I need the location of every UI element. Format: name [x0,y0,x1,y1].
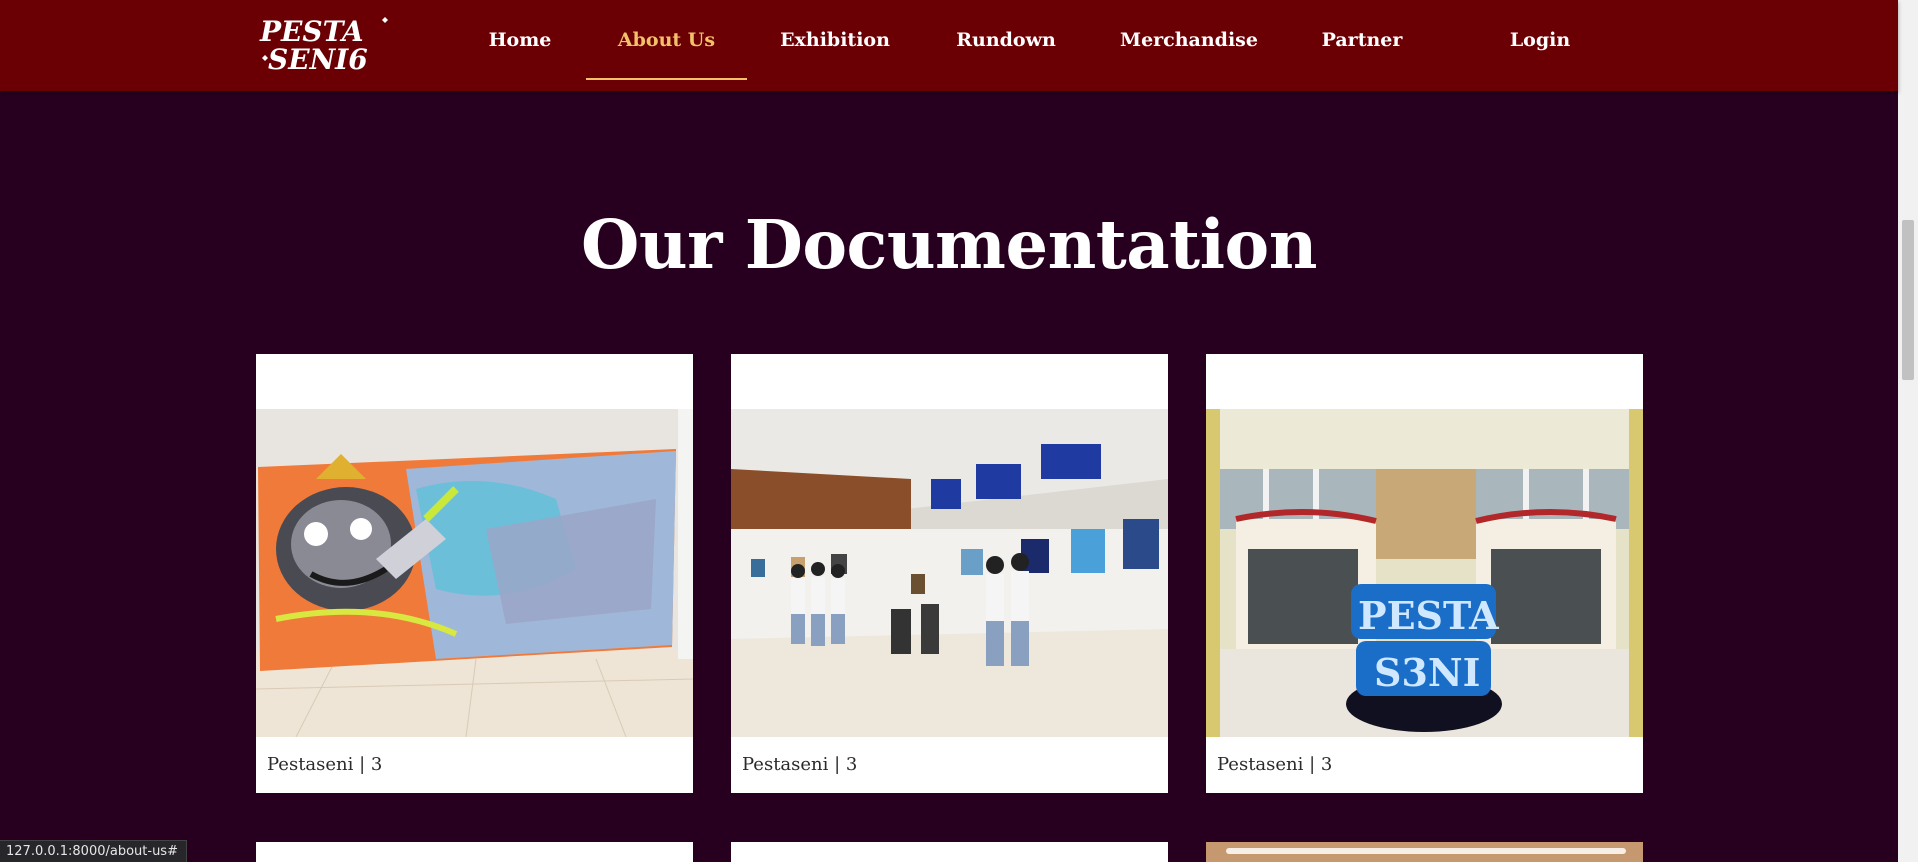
active-nav-underline [586,78,747,80]
documentation-card[interactable] [731,842,1168,862]
svg-text:SENI6: SENI6 [268,43,368,74]
nav-home[interactable]: Home [470,0,570,80]
nav-exhibition[interactable]: Exhibition [770,0,900,80]
scrollbar-thumb[interactable] [1902,220,1914,380]
pesta-seni-entrance-photo: PESTA S3NI [1206,409,1643,737]
documentation-card[interactable]: PESTA S3NI Pestaseni | 3 [1206,354,1643,793]
nav-rundown[interactable]: Rundown [946,0,1066,80]
pesta-seni-logo[interactable]: PESTA SENI6 [258,14,392,74]
card-caption: Pestaseni | 3 [267,754,383,775]
card-caption: Pestaseni | 3 [742,754,858,775]
logo-graphic: PESTA SENI6 [259,15,388,74]
documentation-card[interactable] [1206,842,1643,862]
link-status-url: 127.0.0.1:8000/about-us# [0,840,187,862]
top-navbar: PESTA SENI6 Home About Us Exhibition Run… [0,0,1898,91]
documentation-card[interactable]: Pestaseni | 3 [256,354,693,793]
nav-merchandise[interactable]: Merchandise [1116,0,1262,80]
exhibition-hall-photo [731,409,1168,737]
documentation-card[interactable] [256,842,693,862]
svg-text:PESTA: PESTA [1358,593,1499,638]
card-photo-edge [1226,848,1626,854]
nav-about-us[interactable]: About Us [586,0,747,80]
svg-text:S3NI: S3NI [1374,650,1480,695]
card-caption: Pestaseni | 3 [1217,754,1333,775]
nav-partner[interactable]: Partner [1310,0,1414,80]
nav-login[interactable]: Login [1490,0,1590,80]
documentation-title: Our Documentation [581,205,1317,284]
graffiti-mural-photo [256,409,693,737]
page-scrollbar[interactable] [1898,0,1918,862]
documentation-card[interactable]: Pestaseni | 3 [731,354,1168,793]
